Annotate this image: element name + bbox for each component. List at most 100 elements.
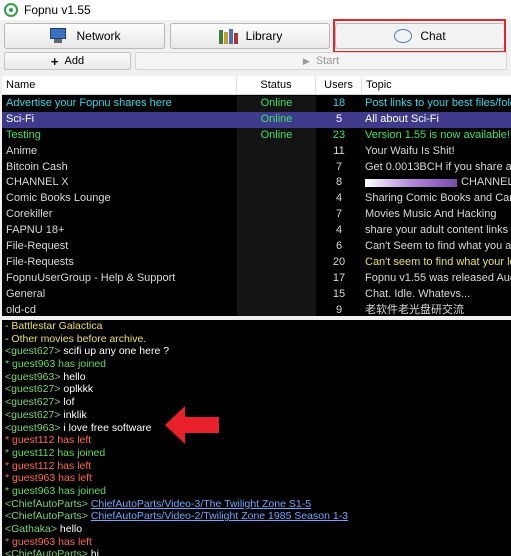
chat-log[interactable]: - Battlestar Galactica - Other movies bef… xyxy=(2,320,511,556)
table-row[interactable]: Corekiller 7 Movies Music And Hacking xyxy=(2,207,511,224)
table-row[interactable]: Comic Books Lounge 4 Sharing Comic Books a… xyxy=(2,191,511,208)
chat-message: * guest112 has joined xyxy=(2,447,511,460)
chat-message: * guest963 has joined xyxy=(2,358,511,371)
chat-message: <guest627> scifi up any one here ? xyxy=(2,345,511,358)
channel-name: FopnuUserGroup - Help & Support xyxy=(6,271,176,284)
table-row[interactable]: FopnuUserGroup - Help & Support 17 Fopnu v… xyxy=(2,270,511,287)
table-row[interactable]: General 15 Chat. Idle. Whatevs... xyxy=(2,286,511,303)
chat-text: inklik xyxy=(60,408,87,421)
chat-nick: <guest627> xyxy=(5,383,61,396)
table-row[interactable]: old-cd 9 老软件老光盘研交流 xyxy=(2,302,511,316)
app-window: Fopnu v1.55 Network Library Chat + Add ▶… xyxy=(0,0,511,556)
channel-topic: Can't Seem to find what you are looking xyxy=(365,240,511,253)
channel-name: Corekiller xyxy=(6,208,53,221)
channel-topic: Get 0.0013BCH if you share at least xyxy=(365,160,511,173)
channel-name: File-Requests xyxy=(6,255,74,268)
chat-nick: <ChiefAutoParts> xyxy=(5,497,88,510)
window-title: Fopnu v1.55 xyxy=(24,3,91,17)
channel-status xyxy=(237,270,316,287)
chat-text: i love free software xyxy=(60,421,152,434)
play-icon: ▶ xyxy=(302,55,310,66)
chat-text: hello xyxy=(56,523,83,535)
table-row[interactable]: Testing Online 23 Version 1.55 is now avail… xyxy=(2,127,511,144)
channel-topic: Your Waifu Is Shit! xyxy=(365,144,455,157)
chat-text: * guest963 has left xyxy=(5,472,92,485)
chat-nick: <ChiefAutoParts> xyxy=(5,548,88,556)
chat-text: * guest963 has joined xyxy=(5,484,106,497)
channel-topic: Sharing Comic Books and Cartoons xyxy=(365,192,511,205)
channel-status xyxy=(237,302,316,316)
chat-message: * guest963 has left xyxy=(2,472,511,485)
library-books-icon xyxy=(218,28,238,44)
chat-nick: <ChiefAutoParts> xyxy=(5,510,88,523)
channel-name: General xyxy=(6,287,46,300)
channel-topic: All about Sci-Fi xyxy=(365,112,439,125)
channel-users: 4 xyxy=(335,224,343,237)
channel-users: 6 xyxy=(335,240,343,253)
channel-topic: Post links to your best files/folders xyxy=(365,97,511,109)
channel-status xyxy=(237,207,316,224)
start-button-label: Start xyxy=(315,55,340,67)
channel-name: Advertise your Fopnu shares here xyxy=(6,97,172,109)
table-row[interactable]: File-Requests 20 Can't seem to find what y… xyxy=(2,254,511,271)
tab-network[interactable]: Network xyxy=(4,23,165,49)
start-button[interactable]: ▶ Start xyxy=(135,52,507,70)
chat-message: - Other movies before archive. xyxy=(2,333,511,346)
chat-nick: <guest963> xyxy=(5,370,61,383)
table-row[interactable]: Sci-Fi Online 5 All about Sci-Fi xyxy=(2,111,511,128)
chat-text: * guest112 has left xyxy=(5,434,92,447)
chat-text: - Other movies before archive. xyxy=(5,332,147,345)
network-computer-icon xyxy=(48,28,68,44)
chat-nick: <Gathaka> xyxy=(5,523,57,535)
add-button-label: Add xyxy=(64,55,85,67)
channel-users: 4 xyxy=(335,192,343,205)
title-bar: Fopnu v1.55 xyxy=(0,0,511,20)
channel-users: 15 xyxy=(332,287,346,300)
column-header-users[interactable]: Users xyxy=(316,76,362,95)
tab-network-label: Network xyxy=(76,29,121,43)
chat-text: - Battlestar Galactica xyxy=(5,320,103,332)
channel-users: 8 xyxy=(335,176,343,189)
chat-nick: <guest963> xyxy=(5,421,61,434)
table-row[interactable]: FAPNU 18+ 4 share your adult content links… xyxy=(2,223,511,240)
tab-library[interactable]: Library xyxy=(170,23,330,49)
table-row[interactable]: CHANNEL X 8 CHANNEL xyxy=(2,175,511,192)
table-row[interactable]: Advertise your Fopnu shares here Online 18… xyxy=(2,96,511,112)
chat-text: lof xyxy=(60,396,75,409)
column-header-status[interactable]: Status xyxy=(237,76,316,95)
column-header-name[interactable]: Name xyxy=(2,76,237,95)
channel-users: 7 xyxy=(335,208,343,221)
channel-status: Online xyxy=(237,127,316,144)
column-header-topic[interactable]: Topic xyxy=(362,76,511,95)
chat-link[interactable]: ChiefAutoParts/Video-3/The Twilight Zone… xyxy=(91,498,311,510)
channel-users: 17 xyxy=(332,271,346,284)
channel-status xyxy=(237,191,316,208)
chat-message: <ChiefAutoParts> ChiefAutoParts/Video-2/… xyxy=(2,510,511,523)
chat-message: <guest627> inklik xyxy=(2,409,511,422)
chat-tab-highlight-box xyxy=(333,19,506,53)
channel-name: old-cd xyxy=(6,303,36,316)
channel-name: CHANNEL X xyxy=(6,176,69,189)
chat-message: * guest112 has left xyxy=(2,460,511,473)
channel-users: 23 xyxy=(332,128,346,141)
channel-name: Comic Books Lounge xyxy=(6,192,111,205)
chat-text: hello xyxy=(60,370,86,383)
channel-name: FAPNU 18+ xyxy=(6,224,65,237)
table-row[interactable]: Bitcoin Cash 7 Get 0.0013BCH if you share … xyxy=(2,159,511,176)
table-row[interactable]: Anime 11 Your Waifu Is Shit! xyxy=(2,143,511,160)
table-header: Name Status Users Topic xyxy=(2,76,511,95)
chat-text: * guest963 has left xyxy=(5,535,92,548)
channel-status xyxy=(237,175,316,192)
channel-status xyxy=(237,286,316,303)
channel-users: 9 xyxy=(335,303,343,316)
channel-name: Anime xyxy=(6,144,38,157)
fopnu-logo-icon xyxy=(4,3,18,17)
chat-link[interactable]: ChiefAutoParts/Video-2/Twilight Zone 198… xyxy=(91,510,348,522)
table-row[interactable]: File-Request 6 Can't Seem to find what you… xyxy=(2,239,511,255)
topic-color-bar xyxy=(365,178,457,187)
chat-message: <guest627> lof xyxy=(2,396,511,409)
chat-nick: <guest627> xyxy=(5,396,61,409)
add-button[interactable]: + Add xyxy=(4,52,131,70)
channel-users: 18 xyxy=(332,97,346,109)
chat-message: <ChiefAutoParts> ChiefAutoParts/Video-3/… xyxy=(2,498,511,511)
